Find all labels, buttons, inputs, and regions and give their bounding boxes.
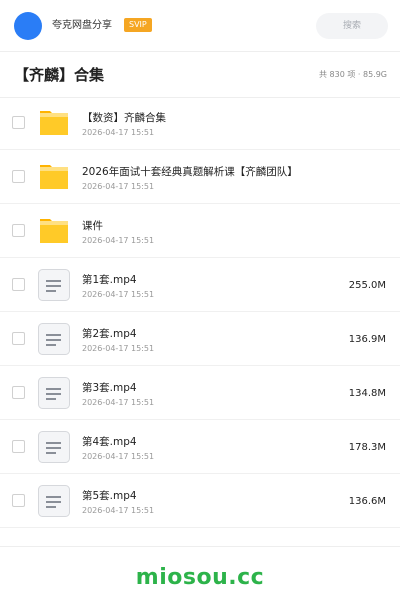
item-size: 178.3M — [348, 442, 386, 453]
item-date: 2026-04-17 15:51 — [82, 398, 155, 407]
document-icon — [38, 485, 70, 517]
item-date: 2026-04-17 15:51 — [82, 290, 155, 299]
avatar[interactable] — [14, 12, 42, 40]
item-date: 2026-04-17 15:51 — [82, 344, 155, 353]
top-bar: 夸克网盘分享 SVIP 搜索 — [0, 0, 400, 52]
row-checkbox[interactable] — [12, 224, 25, 237]
folder-row[interactable]: 2026年面试十套经典真题解析课【齐麟团队】 2026-04-17 15:51 — [0, 150, 400, 204]
row-checkbox[interactable] — [12, 170, 25, 183]
document-icon — [38, 323, 70, 355]
item-name: 课件 — [82, 220, 103, 232]
app-name: 夸克网盘分享 — [52, 20, 112, 31]
svip-badge: SVIP — [124, 18, 152, 32]
file-row[interactable]: 第3套.mp4 2026-04-17 15:51 134.8M — [0, 366, 400, 420]
row-checkbox[interactable] — [12, 278, 25, 291]
folder-summary: 共 830 项 · 85.9G — [319, 70, 387, 79]
file-list: 【数资】齐麟合集 2026-04-17 15:51 2026年面试十套经典真题解析课… — [0, 96, 400, 528]
footer: miosou.cc — [0, 546, 400, 600]
document-icon — [38, 269, 70, 301]
item-name: 第2套.mp4 — [82, 328, 137, 340]
file-row[interactable]: 第4套.mp4 2026-04-17 15:51 178.3M — [0, 420, 400, 474]
row-checkbox[interactable] — [12, 332, 25, 345]
item-name: 第3套.mp4 — [82, 382, 137, 394]
document-icon — [38, 377, 70, 409]
item-date: 2026-04-17 15:51 — [82, 506, 155, 515]
folder-icon — [38, 215, 70, 247]
item-size: 134.8M — [348, 388, 386, 399]
row-checkbox[interactable] — [12, 440, 25, 453]
item-date: 2026-04-17 15:51 — [82, 236, 155, 245]
page-title: 【齐麟】合集 — [14, 66, 105, 84]
site-watermark: miosou.cc — [135, 565, 265, 590]
search-input[interactable]: 搜索 — [316, 13, 388, 39]
item-size: 136.6M — [348, 496, 386, 507]
folder-icon — [38, 161, 70, 193]
row-checkbox[interactable] — [12, 386, 25, 399]
file-row[interactable]: 第1套.mp4 2026-04-17 15:51 255.0M — [0, 258, 400, 312]
item-name: 【数资】齐麟合集 — [82, 112, 166, 124]
item-date: 2026-04-17 15:51 — [82, 128, 155, 137]
folder-row[interactable]: 课件 2026-04-17 15:51 — [0, 204, 400, 258]
item-name: 2026年面试十套经典真题解析课【齐麟团队】 — [82, 166, 298, 178]
item-name: 第4套.mp4 — [82, 436, 137, 448]
item-name: 第5套.mp4 — [82, 490, 137, 502]
item-size: 136.9M — [348, 334, 386, 345]
row-checkbox[interactable] — [12, 116, 25, 129]
item-name: 第1套.mp4 — [82, 274, 137, 286]
folder-header: 【齐麟】合集 共 830 项 · 85.9G — [0, 52, 400, 98]
file-row[interactable]: 第5套.mp4 2026-04-17 15:51 136.6M — [0, 474, 400, 528]
row-checkbox[interactable] — [12, 494, 25, 507]
folder-icon — [38, 107, 70, 139]
folder-row[interactable]: 【数资】齐麟合集 2026-04-17 15:51 — [0, 96, 400, 150]
item-date: 2026-04-17 15:51 — [82, 182, 155, 191]
item-date: 2026-04-17 15:51 — [82, 452, 155, 461]
item-size: 255.0M — [348, 280, 386, 291]
file-row[interactable]: 第2套.mp4 2026-04-17 15:51 136.9M — [0, 312, 400, 366]
document-icon — [38, 431, 70, 463]
